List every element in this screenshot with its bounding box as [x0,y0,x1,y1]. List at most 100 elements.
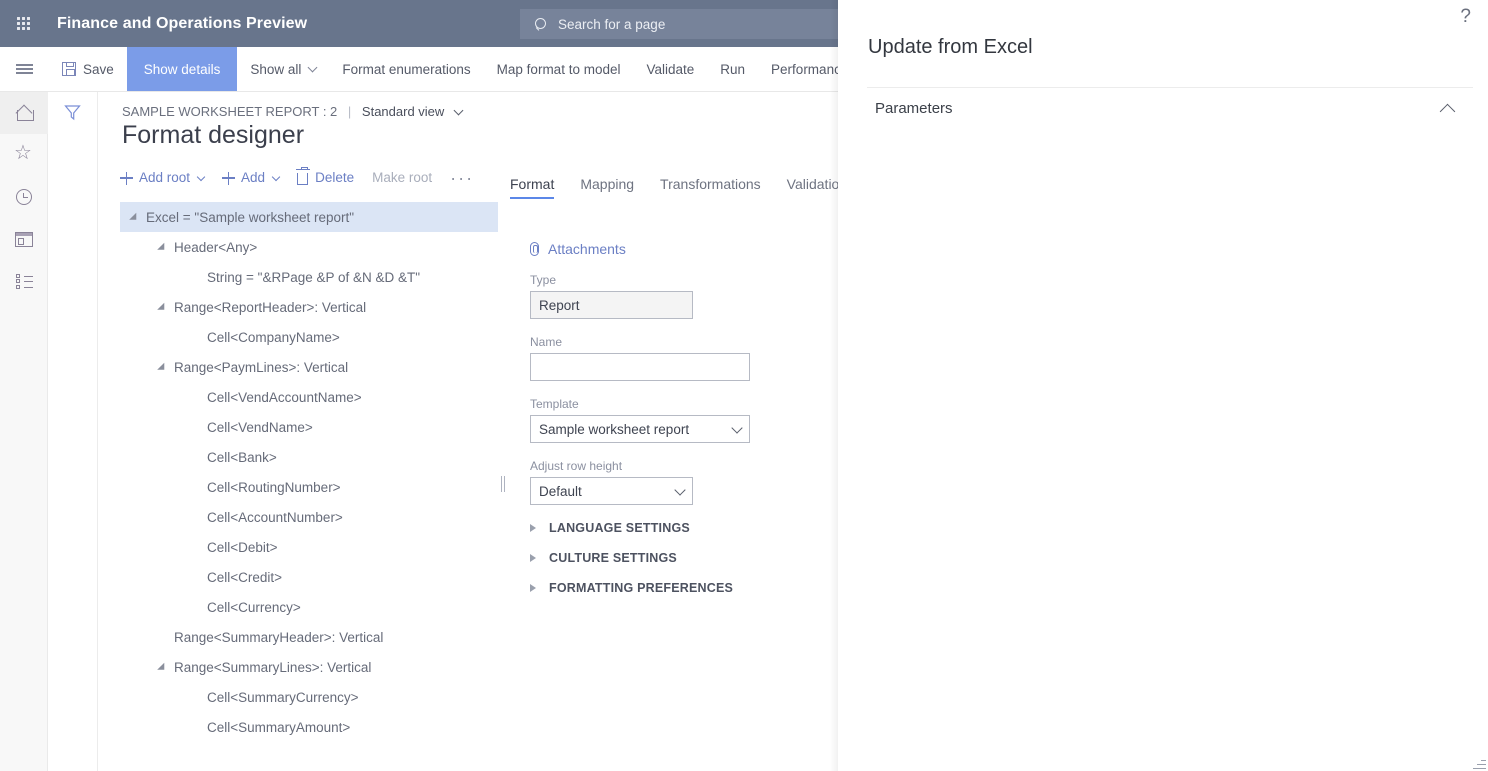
rail-item-recent[interactable] [0,176,48,218]
twisty-placeholder [194,486,198,490]
filter-column [48,92,98,771]
list-view-icon [16,274,33,289]
tree-node[interactable]: Cell<Credit> [120,562,498,592]
tree-node[interactable]: Cell<Debit> [120,532,498,562]
tree-node[interactable]: Cell<Currency> [120,592,498,622]
tree-node[interactable]: Cell<CompanyName> [120,322,498,352]
overflow-menu-button[interactable]: ··· [450,173,474,183]
expand-twisty-icon[interactable] [129,213,140,224]
rail-item-modules[interactable] [0,260,48,302]
application-window: Finance and Operations Preview Search fo… [0,0,1488,771]
validate-button[interactable]: Validate [633,47,707,91]
twisty-placeholder [194,456,198,460]
rail-item-workspaces[interactable] [0,218,48,260]
save-label: Save [83,62,114,77]
search-icon [534,17,549,32]
add-root-label: Add root [139,170,190,185]
tree-node[interactable]: Range<ReportHeader>: Vertical [120,292,498,322]
adjust-row-height-select[interactable]: Default [530,477,693,505]
twisty-placeholder [161,636,165,640]
chevron-right-icon [530,584,536,592]
tree-node[interactable]: Cell<AccountNumber> [120,502,498,532]
tree-node-label: Cell<Debit> [207,540,278,555]
make-root-button[interactable]: Make root [372,170,432,185]
parameters-section-title: Parameters [875,100,953,117]
tree-node-label: Cell<Bank> [207,450,277,465]
show-all-menu[interactable]: Show all [237,47,329,91]
twisty-placeholder [194,606,198,610]
tree-node[interactable]: Cell<SummaryCurrency> [120,682,498,712]
save-icon [62,62,76,76]
tree-node-label: Range<SummaryLines>: Vertical [174,660,371,675]
home-icon [16,105,33,121]
hamburger-menu-icon[interactable] [0,47,48,91]
resize-grip-icon[interactable] [1472,755,1486,769]
help-question-icon[interactable]: ? [1460,6,1471,28]
tree-node[interactable]: Range<SummaryHeader>: Vertical [120,622,498,652]
adjust-row-height-value: Default [539,484,582,499]
app-title: Finance and Operations Preview [57,15,307,33]
show-details-button[interactable]: Show details [127,47,238,91]
tree-node[interactable]: Cell<RoutingNumber> [120,472,498,502]
dialog-title: Update from Excel [868,36,1033,59]
chevron-up-icon[interactable] [1440,104,1456,120]
update-from-excel-dialog: ? Update from Excel Parameters Add templ… [838,0,1488,771]
view-selector[interactable]: Standard view [362,104,444,119]
tree-node[interactable]: Cell<Bank> [120,442,498,472]
expand-twisty-icon[interactable] [157,303,168,314]
tree-node-label: Cell<SummaryAmount> [207,720,350,735]
tree-node-label: Header<Any> [174,240,257,255]
add-button[interactable]: Add [222,170,279,185]
tree-node-label: Cell<CompanyName> [207,330,340,345]
tree-node[interactable]: Header<Any> [120,232,498,262]
format-enumerations-button[interactable]: Format enumerations [329,47,483,91]
section-culture-settings-label: CULTURE SETTINGS [549,551,677,565]
map-format-to-model-button[interactable]: Map format to model [484,47,634,91]
rail-item-favorites[interactable] [0,134,48,176]
tree-node-label: Cell<Currency> [207,600,301,615]
search-placeholder: Search for a page [558,17,665,32]
tree-node[interactable]: String = "&RPage &P of &N &D &T" [120,262,498,292]
expand-twisty-icon[interactable] [157,363,168,374]
save-button[interactable]: Save [48,47,127,91]
tree-node-label: Cell<VendAccountName> [207,390,362,405]
filter-funnel-icon[interactable] [64,104,80,120]
chevron-down-icon [197,172,205,180]
tree-node-label: Cell<VendName> [207,420,313,435]
tree-node-label: Cell<RoutingNumber> [207,480,341,495]
rail-item-home[interactable] [0,92,48,134]
chevron-right-icon [530,524,536,532]
show-details-label: Show details [144,62,221,77]
name-field[interactable] [530,353,750,381]
delete-button[interactable]: Delete [297,170,354,185]
add-label: Add [241,170,265,185]
template-select[interactable]: Sample worksheet report [530,415,750,443]
add-root-button[interactable]: Add root [120,170,204,185]
tree-node[interactable]: Range<PaymLines>: Vertical [120,352,498,382]
chevron-down-icon [308,62,318,72]
pane-splitter[interactable] [500,476,507,492]
tab-format[interactable]: Format [510,176,554,199]
tab-mapping[interactable]: Mapping [580,176,634,199]
twisty-placeholder [194,276,198,280]
type-field[interactable]: Report [530,291,693,319]
attachments-label: Attachments [548,241,626,257]
breadcrumb-record[interactable]: SAMPLE WORKSHEET REPORT : 2 [122,104,337,119]
tree-node[interactable]: Range<SummaryLines>: Vertical [120,652,498,682]
expand-twisty-icon[interactable] [157,663,168,674]
expand-twisty-icon[interactable] [157,243,168,254]
chevron-down-icon[interactable] [453,106,463,116]
tree-node[interactable]: Cell<VendName> [120,412,498,442]
app-launcher-icon[interactable] [0,0,47,47]
tree-node-label: Cell<AccountNumber> [207,510,343,525]
breadcrumb-separator: | [348,104,351,119]
run-button[interactable]: Run [707,47,758,91]
tree-node[interactable]: Cell<VendAccountName> [120,382,498,412]
make-root-label: Make root [372,170,432,185]
twisty-placeholder [194,546,198,550]
template-select-value: Sample worksheet report [539,422,689,437]
tree-node[interactable]: Cell<SummaryAmount> [120,712,498,742]
tree-node[interactable]: Excel = "Sample worksheet report" [120,202,498,232]
tab-transformations[interactable]: Transformations [660,176,761,199]
tree-node-label: Excel = "Sample worksheet report" [146,210,354,225]
